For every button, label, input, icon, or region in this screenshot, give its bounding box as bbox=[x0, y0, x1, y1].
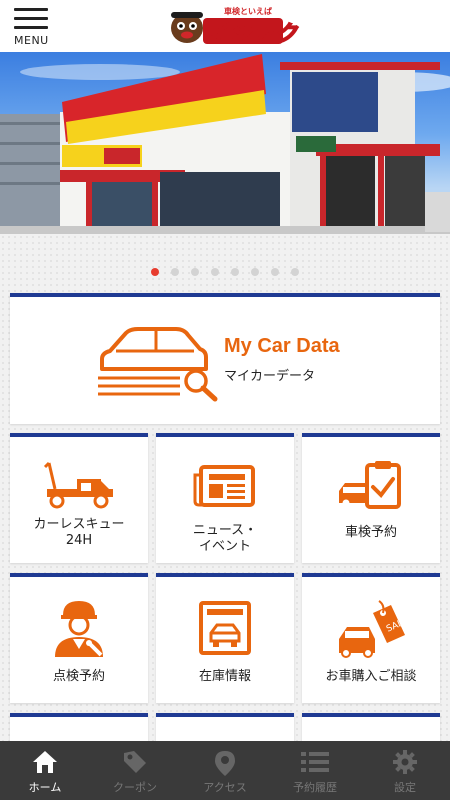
hero-carousel-image[interactable] bbox=[0, 52, 450, 234]
nav-settings[interactable]: 設定 bbox=[360, 741, 450, 800]
nav-coupon[interactable]: クーポン bbox=[90, 741, 180, 800]
carousel-indicator bbox=[0, 268, 450, 276]
coupon-tag-icon bbox=[124, 751, 146, 773]
menu-button[interactable]: MENU bbox=[14, 8, 54, 50]
stock-info-button[interactable]: 在庫情報 bbox=[156, 573, 294, 703]
nav-booking-history[interactable]: 予約履歴 bbox=[270, 741, 360, 800]
my-car-data-title: My Car Data bbox=[224, 335, 340, 357]
nav-settings-label: 設定 bbox=[394, 781, 416, 794]
list-icon bbox=[301, 752, 329, 772]
tow-truck-icon bbox=[43, 461, 113, 509]
gear-icon bbox=[393, 750, 417, 774]
map-pin-icon bbox=[215, 751, 235, 776]
mechanic-icon bbox=[55, 601, 103, 657]
bottom-navigation: ホーム クーポン アクセス 予約履歴 設定 bbox=[0, 741, 450, 800]
stock-info-label: 在庫情報 bbox=[198, 669, 251, 684]
maintenance-booking-label: 点検予約 bbox=[52, 669, 105, 684]
menu-label: MENU bbox=[14, 34, 49, 47]
home-icon bbox=[33, 751, 57, 773]
logo-text: イシック bbox=[205, 21, 299, 48]
carousel-dot[interactable] bbox=[211, 268, 219, 276]
nav-home[interactable]: ホーム bbox=[0, 741, 90, 800]
car-purchase-consult-button[interactable]: SALE お車購入ご相談 bbox=[302, 573, 440, 703]
my-car-data-button[interactable]: My Car Data マイカーデータ bbox=[10, 293, 440, 424]
hamburger-icon bbox=[14, 8, 54, 29]
car-rescue-button[interactable]: カーレスキュー 24H bbox=[10, 433, 148, 563]
nav-coupon-label: クーポン bbox=[113, 781, 157, 794]
carousel-dot[interactable] bbox=[271, 268, 279, 276]
car-rescue-label: カーレスキュー 24H bbox=[33, 517, 125, 548]
inspection-clipboard-icon bbox=[339, 461, 401, 509]
inspection-booking-label: 車検予約 bbox=[344, 525, 397, 540]
nav-access-label: アクセス bbox=[203, 781, 247, 794]
carousel-dot[interactable] bbox=[191, 268, 199, 276]
newspaper-icon bbox=[193, 465, 255, 507]
nav-access[interactable]: アクセス bbox=[180, 741, 270, 800]
garage-car-icon bbox=[199, 601, 251, 655]
news-events-label: ニュース・ イベント bbox=[192, 523, 258, 554]
car-search-icon bbox=[98, 327, 218, 402]
maintenance-booking-button[interactable]: 点検予約 bbox=[10, 573, 148, 703]
sale-tag-car-icon: SALE bbox=[339, 600, 407, 658]
news-events-button[interactable]: ニュース・ イベント bbox=[156, 433, 294, 563]
app-header: MENU 車検といえば イシック bbox=[0, 0, 450, 52]
carousel-dot[interactable] bbox=[231, 268, 239, 276]
nav-booking-history-label: 予約履歴 bbox=[293, 781, 337, 794]
carousel-dot[interactable] bbox=[151, 268, 159, 276]
nav-home-label: ホーム bbox=[28, 781, 62, 794]
carousel-dot[interactable] bbox=[291, 268, 299, 276]
car-purchase-consult-label: お車購入ご相談 bbox=[325, 669, 417, 684]
carousel-dot[interactable] bbox=[171, 268, 179, 276]
inspection-booking-button[interactable]: 車検予約 bbox=[302, 433, 440, 563]
my-car-data-subtitle: マイカーデータ bbox=[224, 369, 316, 384]
carousel-dot[interactable] bbox=[251, 268, 259, 276]
